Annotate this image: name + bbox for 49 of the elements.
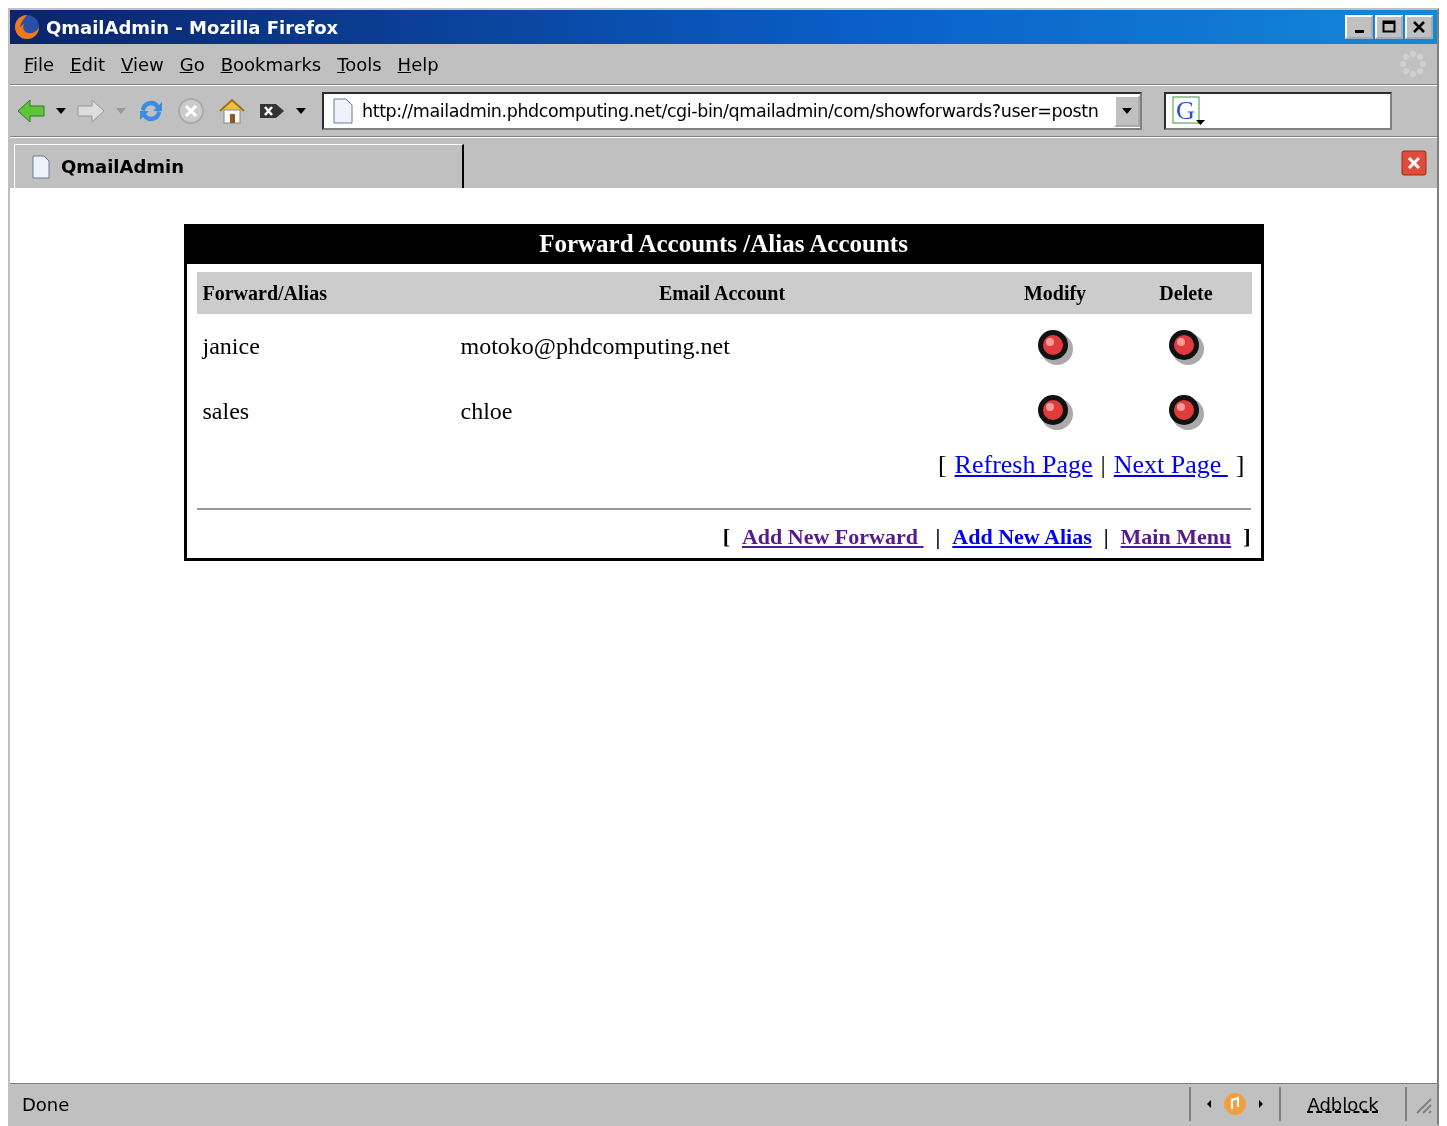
- nav-link[interactable]: Add New Alias: [952, 524, 1092, 550]
- firefox-icon: [14, 14, 40, 40]
- nav-link[interactable]: Next Page: [1113, 450, 1228, 480]
- email-cell-text: motoko@phdcomputing.net: [459, 332, 731, 361]
- panel-title: Forward Accounts /Alias Accounts: [186, 227, 1261, 264]
- nav-link[interactable]: Refresh Page: [954, 450, 1093, 480]
- dropdown-arrow-icon[interactable]: [296, 108, 306, 114]
- alias-cell-text: sales: [201, 397, 251, 426]
- nav-separator: [: [722, 524, 730, 550]
- close-tab-button[interactable]: [258, 101, 286, 121]
- column-header: Forward/Alias: [196, 272, 455, 314]
- nav-link[interactable]: Add New Forward: [741, 524, 924, 550]
- window-title: QmailAdmin - Mozilla Firefox: [46, 16, 340, 38]
- menu-item[interactable]: Tools: [329, 53, 390, 75]
- menu-item[interactable]: Help: [389, 53, 447, 75]
- minimize-icon: [1354, 29, 1364, 33]
- nav-link[interactable]: Main Menu: [1120, 524, 1232, 550]
- menu-item[interactable]: Go: [171, 53, 213, 75]
- address-field[interactable]: http://mailadmin.phdcomputing.net/cgi-bin/qmailadmin/com/showforwards?user=postn: [322, 92, 1142, 130]
- close-button[interactable]: [1405, 15, 1433, 39]
- nav-separator: [: [937, 450, 947, 480]
- close-tab-button[interactable]: [1401, 150, 1427, 176]
- menu-item[interactable]: Edit: [62, 53, 113, 75]
- page-icon: [332, 98, 354, 124]
- adblock-label[interactable]: Adblock: [1307, 1093, 1379, 1115]
- dropdown-arrow-icon[interactable]: [56, 108, 66, 114]
- menu-item[interactable]: File: [16, 53, 63, 75]
- browser-tab[interactable]: QmailAdmin: [14, 144, 464, 188]
- nav-separator: ]: [1235, 450, 1245, 480]
- email-cell-text: chloe: [459, 397, 514, 426]
- nav-separator: |: [935, 524, 941, 550]
- status-text: Done: [21, 1093, 71, 1115]
- close-icon: [1412, 20, 1426, 34]
- caret-icon: [1122, 108, 1132, 114]
- menu-item[interactable]: View: [113, 53, 172, 75]
- column-header: Modify: [989, 272, 1121, 314]
- alias-cell-text: janice: [200, 332, 261, 361]
- maximize-button[interactable]: [1375, 15, 1403, 39]
- nav-separator: |: [1100, 450, 1106, 480]
- column-header: Delete: [1120, 272, 1252, 314]
- search-field[interactable]: G: [1164, 92, 1392, 130]
- menu-item[interactable]: Bookmarks: [212, 53, 330, 75]
- nav-separator: |: [1103, 524, 1109, 550]
- minimize-button[interactable]: [1345, 15, 1373, 39]
- dropdown-button[interactable]: [1114, 95, 1140, 127]
- nav-separator: ]: [1243, 524, 1251, 550]
- maximize-icon: [1382, 20, 1396, 34]
- page-icon: [31, 154, 51, 179]
- column-header: Email Account: [454, 272, 990, 314]
